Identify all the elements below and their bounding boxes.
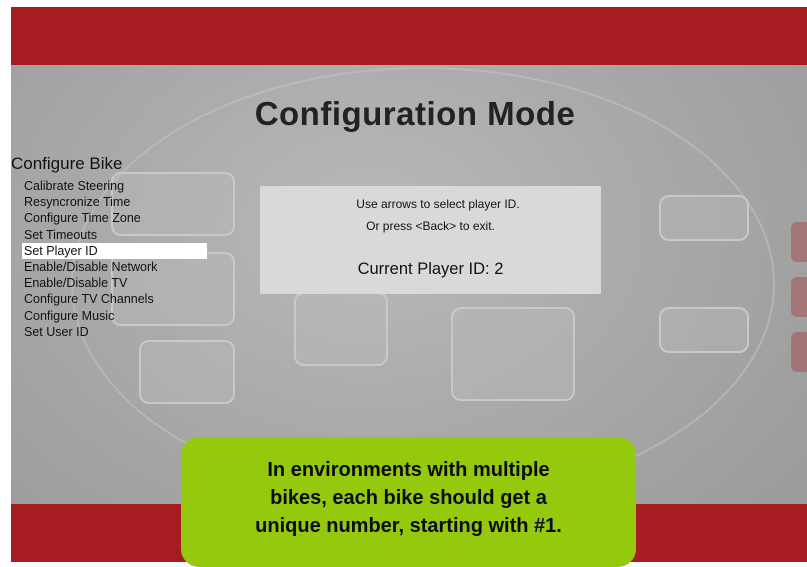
top-red-band <box>11 7 807 65</box>
menu-item-calibrate-steering[interactable]: Calibrate Steering <box>22 178 207 194</box>
player-id-dialog: Use arrows to select player ID. Or press… <box>260 186 601 294</box>
background-button-decoration <box>139 340 235 404</box>
background-button-decoration <box>659 307 749 353</box>
menu-item-set-user-id[interactable]: Set User ID <box>22 324 207 340</box>
tip-callout: In environments with multiple bikes, eac… <box>181 437 636 567</box>
background-button-decoration <box>659 195 749 241</box>
background-button-decoration <box>451 307 575 401</box>
menu-item-configure-tv-channels[interactable]: Configure TV Channels <box>22 291 207 307</box>
background-side-button-decoration <box>791 332 807 372</box>
callout-line: bikes, each bike should get a <box>270 487 547 509</box>
menu-item-configure-music[interactable]: Configure Music <box>22 308 207 324</box>
menu-item-configure-time-zone[interactable]: Configure Time Zone <box>22 210 207 226</box>
menu-item-set-timeouts[interactable]: Set Timeouts <box>22 227 207 243</box>
background-button-decoration <box>294 292 388 366</box>
menu-item-set-player-id[interactable]: Set Player ID <box>22 242 207 260</box>
background-side-button-decoration <box>791 222 807 262</box>
menu-item-enable-disable-tv[interactable]: Enable/Disable TV <box>22 275 207 291</box>
menu-heading: Configure Bike <box>11 154 123 173</box>
menu-item-enable-disable-network[interactable]: Enable/Disable Network <box>22 259 207 275</box>
current-player-id: Current Player ID: 2 <box>357 260 504 278</box>
callout-line: In environments with multiple <box>267 459 550 481</box>
callout-line: unique number, starting with #1. <box>255 515 562 537</box>
dialog-instruction: Use arrows to select player ID. <box>356 197 520 211</box>
dialog-exit-hint: Or press <Back> to exit. <box>366 219 495 233</box>
background-side-button-decoration <box>791 277 807 317</box>
configure-bike-menu: Calibrate Steering Resyncronize Time Con… <box>22 178 207 340</box>
menu-item-resyncronize-time[interactable]: Resyncronize Time <box>22 194 207 210</box>
page-title: Configuration Mode <box>254 95 576 132</box>
